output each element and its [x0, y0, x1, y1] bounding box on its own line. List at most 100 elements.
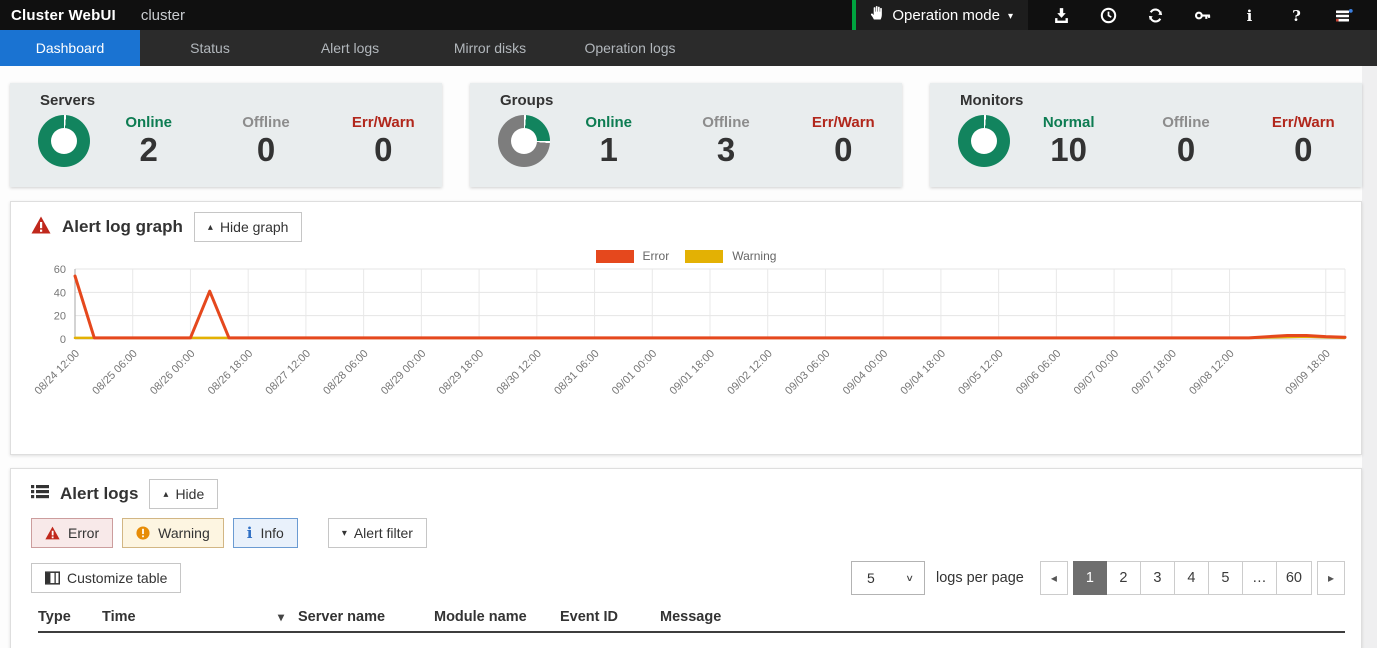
- page-button-2[interactable]: 2: [1107, 561, 1141, 595]
- card-title: Monitors: [960, 92, 1362, 109]
- svg-text:09/07 00:00: 09/07 00:00: [1072, 348, 1122, 398]
- stat-label: Online: [550, 114, 667, 131]
- alert-logs-panel: Alert logs ▴ Hide Error Warning i Info ▾…: [10, 468, 1362, 648]
- top-bar: Cluster WebUI cluster Operation mode ▾: [0, 0, 1377, 30]
- card-title: Servers: [40, 92, 442, 109]
- page-button-1[interactable]: 1: [1073, 561, 1107, 595]
- svg-text:40: 40: [54, 287, 66, 299]
- monitors-donut-chart: [958, 115, 1010, 167]
- key-icon[interactable]: [1179, 0, 1226, 30]
- alert-filter-button[interactable]: ▾ Alert filter: [328, 518, 427, 548]
- next-page-button[interactable]: ▸: [1317, 561, 1345, 595]
- page-buttons: 12345…60: [1073, 561, 1312, 595]
- info-i-icon: i: [247, 526, 253, 541]
- svg-text:i: i: [1247, 7, 1253, 24]
- chevron-down-icon: ∨: [905, 573, 914, 584]
- svg-text:60: 60: [54, 264, 66, 276]
- column-header-module-name[interactable]: Module name: [434, 609, 560, 625]
- pagination-zone: 5 ∨ logs per page ◂ 12345…60 ▸: [851, 561, 1345, 595]
- svg-text:08/26 18:00: 08/26 18:00: [206, 348, 256, 398]
- log-filter-row: Error Warning i Info ▾ Alert filter: [31, 518, 1345, 548]
- triangle-up-icon: ▴: [163, 489, 168, 500]
- servers-card: Servers Online2 Offline0 Err/Warn0: [10, 83, 442, 187]
- hand-icon: [869, 5, 884, 25]
- stat-label: Err/Warn: [785, 114, 902, 131]
- cluster-name: cluster: [141, 7, 185, 24]
- svg-text:08/29 00:00: 08/29 00:00: [379, 348, 429, 398]
- download-icon[interactable]: [1038, 0, 1085, 30]
- page-button-4[interactable]: 4: [1175, 561, 1209, 595]
- page-button-…[interactable]: …: [1243, 561, 1277, 595]
- svg-text:09/02 12:00: 09/02 12:00: [725, 348, 775, 398]
- stat-label: Offline: [207, 114, 324, 131]
- svg-text:09/04 18:00: 09/04 18:00: [898, 348, 948, 398]
- svg-text:08/28 06:00: 08/28 06:00: [321, 348, 371, 398]
- pager: ◂ 12345…60 ▸: [1040, 561, 1345, 595]
- tab-operation-logs[interactable]: Operation logs: [560, 30, 700, 66]
- customize-table-button[interactable]: Customize table: [31, 563, 181, 593]
- triangle-up-icon: ▴: [208, 222, 213, 233]
- svg-text:20: 20: [54, 311, 66, 323]
- column-header-event-id[interactable]: Event ID: [560, 609, 660, 625]
- warning-swatch: [685, 250, 723, 263]
- column-header-message[interactable]: Message: [660, 609, 1345, 625]
- stat-label: Offline: [667, 114, 784, 131]
- column-header-server-name[interactable]: Server name: [298, 609, 434, 625]
- hide-logs-button[interactable]: ▴ Hide: [149, 479, 218, 509]
- page-button-3[interactable]: 3: [1141, 561, 1175, 595]
- groups-card: Groups Online1 Offline3 Err/Warn0: [470, 83, 902, 187]
- stat-label: Offline: [1127, 114, 1244, 131]
- tab-dashboard[interactable]: Dashboard: [0, 30, 140, 66]
- error-triangle-icon: [45, 526, 60, 540]
- toolbar: i ?: [1028, 0, 1377, 30]
- filter-error-button[interactable]: Error: [31, 518, 113, 548]
- stat-value: 10: [1010, 131, 1127, 169]
- page-button-60[interactable]: 60: [1277, 561, 1312, 595]
- svg-text:09/09 18:00: 09/09 18:00: [1283, 348, 1333, 398]
- tab-alert-logs[interactable]: Alert logs: [280, 30, 420, 66]
- stat-value: 0: [785, 131, 902, 169]
- logs-per-page-select[interactable]: 5 ∨: [851, 561, 925, 595]
- column-header-type[interactable]: Type: [38, 609, 102, 625]
- svg-text:08/27 12:00: 08/27 12:00: [263, 348, 313, 398]
- svg-text:09/03 06:00: 09/03 06:00: [783, 348, 833, 398]
- previous-page-button[interactable]: ◂: [1040, 561, 1068, 595]
- svg-text:08/29 18:00: 08/29 18:00: [437, 348, 487, 398]
- svg-text:09/04 00:00: 09/04 00:00: [841, 348, 891, 398]
- stat-label: Normal: [1010, 114, 1127, 131]
- legend-warning[interactable]: Warning: [685, 249, 776, 263]
- help-icon[interactable]: ?: [1273, 0, 1320, 30]
- column-header-time[interactable]: Time ▾: [102, 609, 298, 625]
- svg-text:09/06 06:00: 09/06 06:00: [1014, 348, 1064, 398]
- alert-log-line-chart: 020406008/24 12:0008/25 06:0008/26 00:00…: [19, 263, 1355, 415]
- tab-mirror-disks[interactable]: Mirror disks: [420, 30, 560, 66]
- refresh-icon[interactable]: [1132, 0, 1179, 30]
- filter-warning-button[interactable]: Warning: [122, 518, 224, 548]
- sort-desc-icon: ▾: [278, 610, 284, 624]
- app-title: Cluster WebUI: [11, 7, 116, 24]
- hide-graph-button[interactable]: ▴ Hide graph: [194, 212, 303, 242]
- clock-icon[interactable]: [1085, 0, 1132, 30]
- svg-text:09/08 12:00: 09/08 12:00: [1187, 348, 1237, 398]
- stat-value: 2: [90, 131, 207, 169]
- tab-status[interactable]: Status: [140, 30, 280, 66]
- stat-label: Online: [90, 114, 207, 131]
- menu-icon[interactable]: [1320, 0, 1367, 30]
- filter-info-button[interactable]: i Info: [233, 518, 298, 548]
- stat-value: 0: [207, 131, 324, 169]
- svg-text:08/26 00:00: 08/26 00:00: [148, 348, 198, 398]
- error-swatch: [596, 250, 634, 263]
- tab-bar: Dashboard Status Alert logs Mirror disks…: [0, 30, 1377, 66]
- warning-circle-icon: [136, 526, 150, 540]
- operation-mode-dropdown[interactable]: Operation mode ▾: [856, 0, 1028, 30]
- table-controls-row: Customize table 5 ∨ logs per page ◂ 1234…: [31, 561, 1345, 595]
- stat-value: 1: [550, 131, 667, 169]
- page-button-5[interactable]: 5: [1209, 561, 1243, 595]
- svg-text:08/30 12:00: 08/30 12:00: [494, 348, 544, 398]
- scrollbar-gutter[interactable]: [1362, 66, 1377, 648]
- info-icon[interactable]: i: [1226, 0, 1273, 30]
- stat-label: Err/Warn: [1245, 114, 1362, 131]
- list-icon: [31, 483, 49, 505]
- legend-error[interactable]: Error: [596, 249, 670, 263]
- graph-panel-title: Alert log graph: [62, 217, 183, 237]
